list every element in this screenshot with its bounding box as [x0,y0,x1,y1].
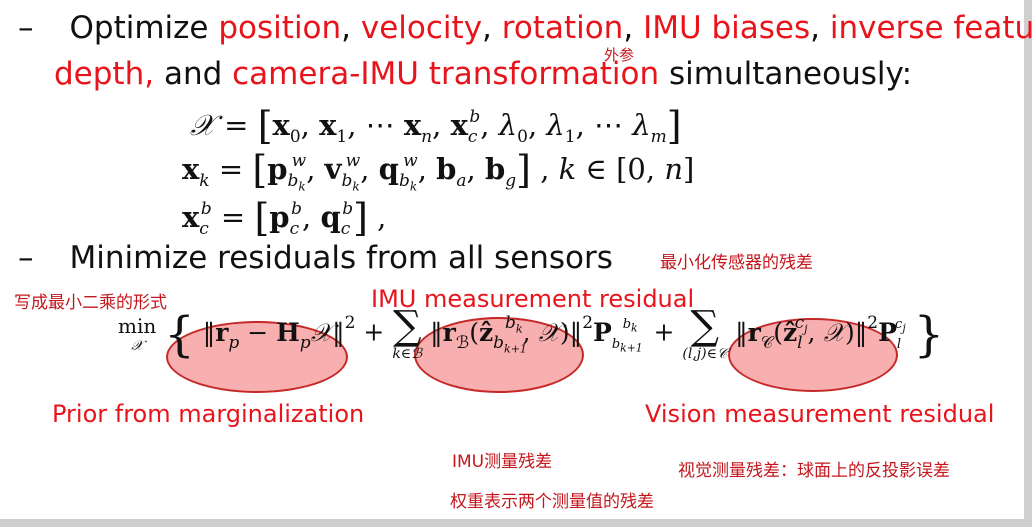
bullet-dash: – [18,10,34,46]
equation-state: 𝒳 = [x0, x1, ⋯ xn, xcb, λ0, λ1, ⋯ λm] [190,104,682,148]
and-word: and [163,56,223,92]
note-extrinsic: 外参 [604,46,635,64]
bullet-dash: – [18,240,34,276]
term-inverse-feature: inverse feature [829,10,1032,46]
term-position: position [218,10,342,46]
plus-sign: + [653,317,675,347]
label-prior: Prior from marginalization [52,400,365,428]
note-weights: 权重表示两个测量值的残差 [450,492,654,512]
term-depth: depth, [54,56,155,92]
objective-equation: min 𝒳 { ‖rp − Hp𝒳‖2 + ∑ k∈ℬ ‖rℬ(ẑbk+1bk, 𝒳… [118,303,945,363]
term-imu-biases: IMU biases [643,10,811,46]
term-velocity: velocity [360,10,483,46]
note-minimize-sensors: 最小化传感器的残差 [660,253,813,273]
term-camera-imu: camera-IMU transformation [232,56,660,92]
prior-term: ‖rp − Hp𝒳‖2 [202,312,356,353]
vision-term: ‖r𝒞(ẑlcj, 𝒳)‖2 [735,312,879,353]
simultaneously-word: simultaneously: [669,56,913,92]
optimize-word: Optimize [69,10,209,46]
comma: , [810,10,821,46]
plus-sign: + [363,317,385,347]
label-vision-residual: Vision measurement residual [645,400,995,428]
minimize-text: Minimize residuals from all sensors [69,240,613,276]
bullet-optimize-line2: depth, and camera-IMU transformation sim… [54,56,912,92]
bullet-optimize-line1: – Optimize position, velocity, rotation, … [18,10,1032,46]
sum-vision: ∑ (l,j)∈𝒞 [682,303,728,362]
sum-imu: ∑ k∈ℬ [392,303,423,362]
min-operator: min 𝒳 [118,314,157,354]
bullet-minimize: – Minimize residuals from all sensors [18,240,613,276]
term-rotation: rotation [501,10,624,46]
comma: , [623,10,634,46]
comma: , [482,10,492,46]
equation-xk: xk = [pbkw, vbkw, qbkw, ba, bg] , k ∈ [0… [182,148,695,194]
imu-term: ‖rℬ(ẑbk+1bk, 𝒳)‖2 [430,312,594,355]
note-visual-residual: 视觉测量残差：球面上的反投影误差 [678,461,950,481]
imu-weight: Pbk+1bk [593,316,643,355]
equation-xcb: xcb = [pcb, qcb] , [182,196,387,240]
comma: , [341,10,352,46]
vision-weight: Plcj [878,316,906,352]
note-imu-residual: IMU测量残差 [452,452,553,472]
